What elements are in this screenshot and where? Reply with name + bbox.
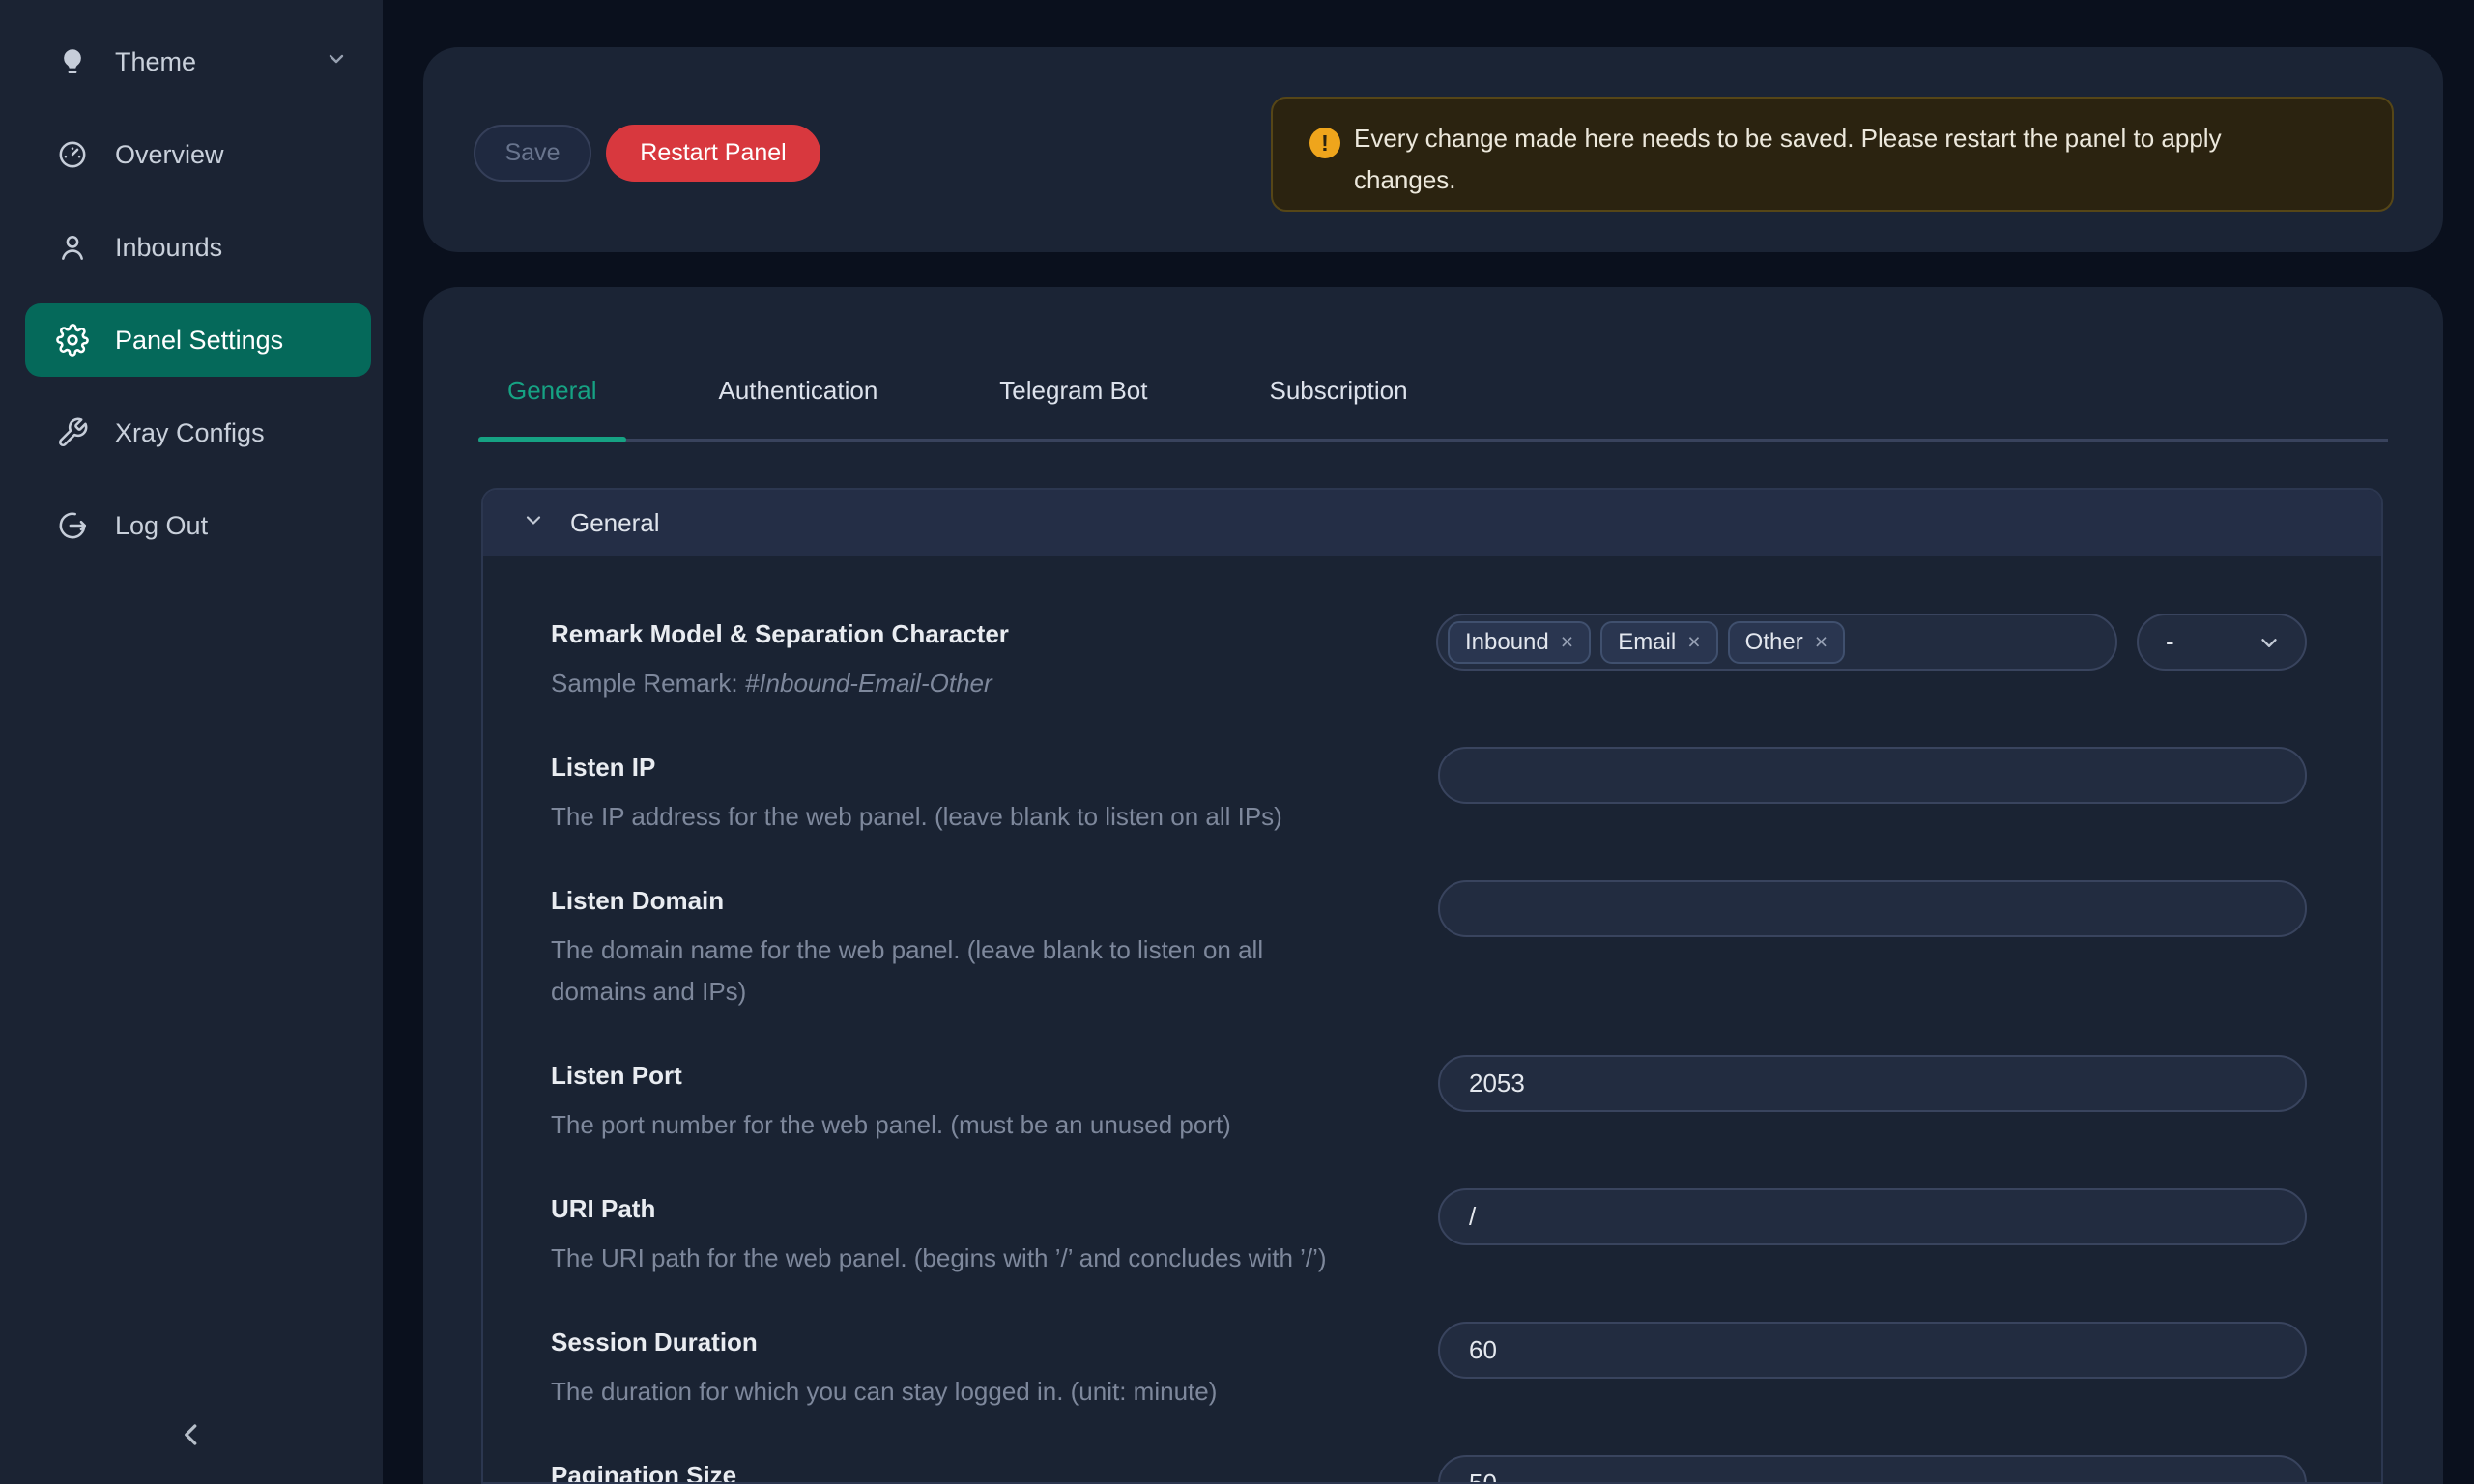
field-description: The URI path for the web panel. (begins … [551, 1238, 1438, 1279]
sidebar-item-overview[interactable]: Overview [25, 118, 371, 191]
chevron-left-icon [174, 1417, 209, 1457]
pagination-size-input[interactable] [1438, 1455, 2307, 1484]
general-collapse-panel: General Remark Model & Separation Charac… [481, 488, 2383, 1484]
toolbar-card: Save Restart Panel ! Every change made h… [423, 47, 2443, 252]
dashboard-icon [56, 138, 89, 171]
user-icon [56, 231, 89, 264]
tab-authentication[interactable]: Authentication [690, 287, 907, 439]
tag-other: Other × [1728, 621, 1845, 664]
remove-tag-icon[interactable]: × [1687, 631, 1700, 653]
field-label: Listen Port [551, 1059, 1438, 1092]
sidebar-collapse-button[interactable] [169, 1414, 214, 1459]
sample-remark-prefix: Sample Remark: [551, 669, 745, 698]
sidebar-item-log-out[interactable]: Log Out [25, 489, 371, 562]
alert-message: Every change made here needs to be saved… [1354, 118, 2253, 201]
chevron-down-icon [522, 508, 545, 538]
remove-tag-icon[interactable]: × [1561, 631, 1573, 653]
field-description: Sample Remark: #Inbound-Email-Other [551, 663, 1436, 704]
tag-label: Inbound [1465, 629, 1549, 656]
wrench-icon [56, 416, 89, 449]
separator-select[interactable]: - [2137, 614, 2307, 671]
remove-tag-icon[interactable]: × [1815, 631, 1827, 653]
form-row-listen-ip: Listen IP The IP address for the web pan… [551, 743, 2307, 838]
sidebar-nav: Theme Overview Inbounds Panel Settings [0, 0, 383, 562]
field-label: Session Duration [551, 1326, 1438, 1358]
field-label: Listen IP [551, 751, 1438, 784]
field-description: The duration for which you can stay logg… [551, 1371, 1438, 1413]
sidebar-item-label: Xray Configs [115, 418, 265, 448]
field-description: The IP address for the web panel. (leave… [551, 796, 1438, 838]
tag-label: Email [1618, 629, 1676, 656]
sidebar-item-label: Inbounds [115, 233, 222, 263]
sidebar-item-label: Log Out [115, 511, 208, 541]
chevron-down-icon [325, 47, 348, 77]
tag-label: Other [1745, 629, 1803, 656]
warning-icon: ! [1309, 128, 1340, 158]
restart-panel-button[interactable]: Restart Panel [606, 125, 820, 182]
sidebar-item-theme[interactable]: Theme [25, 25, 371, 99]
session-duration-input[interactable] [1438, 1322, 2307, 1379]
tab-subscription[interactable]: Subscription [1240, 287, 1436, 439]
field-label: URI Path [551, 1192, 1438, 1225]
bulb-icon [56, 45, 89, 78]
sidebar: Theme Overview Inbounds Panel Settings [0, 0, 383, 1484]
field-description: The domain name for the web panel. (leav… [551, 929, 1314, 1013]
separator-value: - [2166, 627, 2174, 657]
field-label: Listen Domain [551, 884, 1438, 917]
form-row-uri-path: URI Path The URI path for the web panel.… [551, 1184, 2307, 1279]
general-collapse-body: Remark Model & Separation Character Samp… [483, 556, 2381, 1484]
form-row-listen-domain: Listen Domain The domain name for the we… [551, 876, 2307, 1013]
field-description: The port number for the web panel. (must… [551, 1104, 1438, 1146]
tag-inbound: Inbound × [1448, 621, 1591, 664]
uri-path-input[interactable] [1438, 1188, 2307, 1245]
sample-remark-value: #Inbound-Email-Other [745, 669, 992, 698]
sidebar-item-label: Panel Settings [115, 326, 283, 356]
form-row-remark-model: Remark Model & Separation Character Samp… [551, 610, 2307, 704]
sidebar-item-inbounds[interactable]: Inbounds [25, 211, 371, 284]
chevron-down-icon [2257, 630, 2282, 655]
sidebar-item-xray-configs[interactable]: Xray Configs [25, 396, 371, 470]
form-row-pagination-size: Pagination Size [551, 1451, 2307, 1484]
listen-port-input[interactable] [1438, 1055, 2307, 1112]
sidebar-item-label: Overview [115, 140, 224, 170]
general-collapse-header[interactable]: General [483, 490, 2381, 556]
listen-ip-input[interactable] [1438, 747, 2307, 804]
tag-email: Email × [1600, 621, 1717, 664]
form-row-session-duration: Session Duration The duration for which … [551, 1318, 2307, 1413]
tab-telegram-bot[interactable]: Telegram Bot [970, 287, 1176, 439]
restart-warning-alert: ! Every change made here needs to be sav… [1271, 97, 2394, 212]
field-label: Remark Model & Separation Character [551, 617, 1436, 650]
form-row-listen-port: Listen Port The port number for the web … [551, 1051, 2307, 1146]
sidebar-item-panel-settings[interactable]: Panel Settings [25, 303, 371, 377]
remark-model-multiselect[interactable]: Inbound × Email × Other × [1436, 614, 2117, 671]
gear-icon [56, 324, 89, 357]
settings-tabs: General Authentication Telegram Bot Subs… [478, 287, 2388, 442]
save-button[interactable]: Save [474, 125, 591, 182]
field-label: Pagination Size [551, 1459, 1438, 1484]
tab-general[interactable]: General [478, 287, 626, 439]
logout-icon [56, 509, 89, 542]
listen-domain-input[interactable] [1438, 880, 2307, 937]
section-title: General [570, 508, 660, 538]
sidebar-item-label: Theme [115, 47, 196, 77]
panel-settings-card: General Authentication Telegram Bot Subs… [423, 287, 2443, 1484]
